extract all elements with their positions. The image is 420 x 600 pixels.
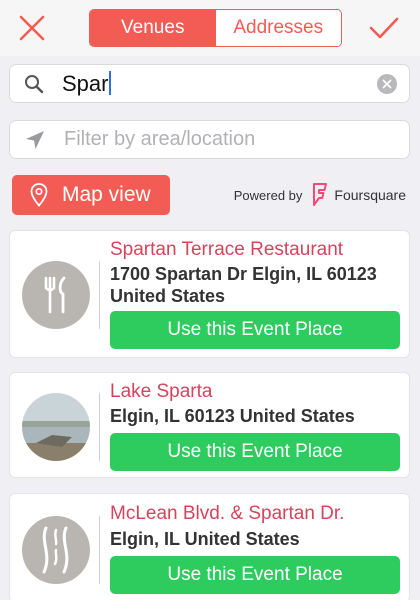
tab-venues[interactable]: Venues — [90, 10, 216, 46]
venue-name: Spartan Terrace Restaurant — [110, 239, 344, 260]
clear-search-button[interactable] — [377, 74, 397, 94]
search-input-value: Spar — [62, 70, 109, 96]
card-divider — [99, 261, 100, 329]
card-divider — [99, 516, 100, 584]
search-input[interactable]: Spar — [62, 70, 112, 97]
map-view-label: Map view — [62, 183, 151, 206]
card-divider — [99, 393, 100, 461]
confirm-button[interactable] — [364, 10, 404, 46]
venue-type-segmented-control: Venues Addresses — [89, 9, 342, 47]
venue-result-card[interactable]: Lake Sparta Elgin, IL 60123 United State… — [9, 372, 410, 478]
location-filter-field[interactable]: Filter by area/location — [9, 120, 410, 159]
map-pin-icon — [30, 183, 50, 207]
location-filter-placeholder: Filter by area/location — [64, 128, 256, 150]
tab-addresses[interactable]: Addresses — [215, 10, 341, 46]
text-cursor — [109, 70, 112, 95]
venue-address: 1700 Spartan Dr Elgin, IL 60123 United S… — [110, 264, 377, 306]
location-arrow-icon — [24, 129, 46, 151]
use-event-place-button[interactable]: Use this Event Place — [110, 433, 400, 471]
venue-result-card[interactable]: Spartan Terrace Restaurant 1700 Spartan … — [9, 230, 410, 358]
powered-by-label: Powered by — [233, 187, 303, 203]
venue-address: Elgin, IL 60123 United States — [110, 406, 355, 426]
close-button[interactable] — [12, 10, 52, 46]
search-icon — [24, 73, 46, 95]
venue-result-card[interactable]: McLean Blvd. & Spartan Dr. Elgin, IL Uni… — [9, 493, 410, 600]
powered-by-foursquare: Powered by Foursquare — [234, 183, 406, 207]
foursquare-logo-icon — [312, 183, 328, 207]
checkmark-icon — [369, 17, 399, 39]
road-icon — [22, 516, 90, 584]
foursquare-brand-name: Foursquare — [334, 187, 406, 203]
venue-name: McLean Blvd. & Spartan Dr. — [110, 503, 345, 524]
search-field[interactable]: Spar — [9, 64, 410, 103]
lake-photo — [22, 393, 90, 461]
map-view-button[interactable]: Map view — [12, 175, 170, 215]
close-icon — [19, 15, 45, 41]
use-event-place-button[interactable]: Use this Event Place — [110, 556, 400, 594]
clear-icon — [382, 79, 392, 89]
fork-knife-icon — [22, 261, 90, 329]
use-event-place-button[interactable]: Use this Event Place — [110, 311, 400, 349]
top-bar: Venues Addresses — [0, 0, 420, 56]
venue-name: Lake Sparta — [110, 381, 213, 402]
venue-address: Elgin, IL United States — [110, 529, 300, 549]
